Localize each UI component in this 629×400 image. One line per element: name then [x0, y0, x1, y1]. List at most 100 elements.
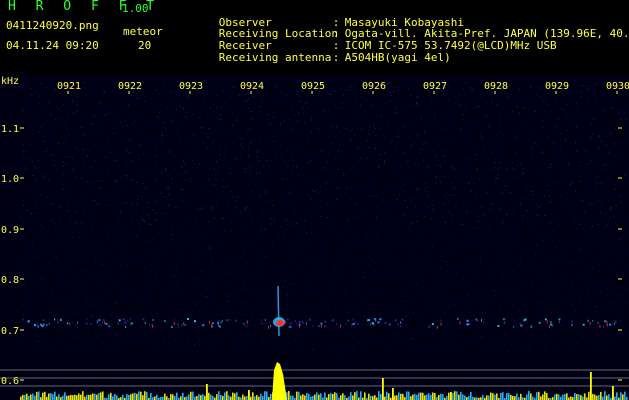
- noise-speck: [351, 331, 353, 333]
- noise-speck: [530, 156, 532, 158]
- noise-speck: [208, 221, 210, 223]
- signal-bar: [300, 395, 302, 400]
- noise-speck: [28, 118, 29, 120]
- noise-speck: [141, 333, 143, 335]
- noise-speck: [589, 202, 591, 204]
- noise-speck: [469, 139, 471, 141]
- noise-speck: [120, 177, 122, 179]
- noise-speck: [65, 319, 67, 321]
- noise-speck: [138, 154, 140, 156]
- noise-speck: [75, 177, 77, 179]
- signal-bar: [386, 391, 388, 400]
- noise-speck: [162, 135, 164, 137]
- noise-speck: [35, 340, 37, 342]
- noise-speck: [351, 309, 353, 311]
- noise-speck: [575, 142, 576, 144]
- noise-speck: [133, 311, 135, 313]
- signal-spike: [248, 390, 250, 400]
- time-label: 0925: [301, 81, 325, 92]
- signal-bar: [126, 394, 128, 400]
- noise-speck: [185, 172, 187, 173]
- noise-speck: [207, 347, 209, 349]
- signal-bar: [38, 391, 40, 400]
- noise-speck: [501, 191, 503, 193]
- noise-speck: [327, 109, 329, 111]
- signal-bar: [246, 395, 248, 400]
- noise-speck: [352, 287, 354, 289]
- noise-speck: [117, 346, 119, 347]
- noise-speck: [129, 151, 131, 153]
- noise-speck: [157, 283, 159, 284]
- noise-speck: [488, 227, 490, 229]
- noise-speck: [218, 118, 220, 120]
- noise-speck: [510, 343, 512, 345]
- noise-speck: [94, 160, 96, 162]
- noise-speck: [395, 335, 397, 337]
- noise-speck: [63, 174, 65, 176]
- signal-bar: [260, 393, 262, 400]
- carrier-speck: [400, 321, 401, 324]
- noise-speck: [144, 341, 146, 343]
- carrier-speck: [291, 325, 292, 328]
- noise-speck: [617, 215, 619, 217]
- noise-speck: [485, 116, 487, 118]
- noise-speck: [145, 188, 147, 190]
- noise-speck: [62, 283, 64, 284]
- noise-speck: [41, 194, 43, 196]
- carrier-hot-speck: [246, 321, 248, 325]
- noise-speck: [141, 196, 143, 198]
- noise-speck: [222, 314, 224, 316]
- noise-speck: [182, 260, 184, 262]
- noise-speck: [499, 305, 501, 307]
- noise-speck: [260, 229, 262, 231]
- noise-speck: [66, 297, 68, 299]
- noise-speck: [142, 153, 144, 155]
- noise-speck: [304, 283, 305, 285]
- noise-speck: [138, 222, 140, 224]
- noise-speck: [403, 301, 405, 303]
- noise-speck: [417, 283, 418, 284]
- noise-speck: [511, 316, 513, 318]
- noise-speck: [30, 291, 32, 293]
- noise-speck: [55, 317, 57, 319]
- noise-speck: [421, 285, 423, 287]
- signal-bar: [288, 391, 290, 400]
- noise-speck: [381, 213, 383, 215]
- noise-speck: [392, 270, 394, 272]
- noise-speck: [84, 207, 86, 209]
- noise-speck: [106, 292, 108, 294]
- noise-speck: [207, 132, 209, 134]
- signal-bar: [44, 391, 46, 400]
- noise-speck: [107, 268, 109, 270]
- noise-speck: [466, 211, 468, 212]
- noise-speck: [99, 199, 101, 201]
- noise-speck: [426, 225, 428, 227]
- noise-speck: [490, 196, 492, 198]
- signal-bar: [340, 395, 342, 400]
- noise-speck: [579, 242, 581, 244]
- noise-speck: [490, 231, 492, 233]
- noise-speck: [523, 173, 524, 174]
- noise-speck: [514, 156, 516, 158]
- noise-speck: [408, 350, 410, 352]
- signal-bar: [348, 396, 350, 400]
- noise-speck: [580, 141, 582, 143]
- noise-speck: [450, 327, 452, 329]
- noise-speck: [557, 117, 559, 119]
- noise-speck: [147, 223, 149, 225]
- noise-speck: [410, 297, 412, 299]
- noise-speck: [604, 226, 606, 228]
- noise-speck: [576, 102, 578, 104]
- noise-speck: [526, 252, 528, 254]
- noise-speck: [130, 203, 132, 205]
- noise-speck: [51, 304, 53, 305]
- noise-speck: [171, 237, 173, 239]
- noise-speck: [45, 156, 47, 158]
- noise-speck: [105, 319, 107, 321]
- time-label: 0928: [484, 81, 508, 92]
- noise-speck: [377, 106, 379, 108]
- noise-speck: [585, 220, 587, 222]
- signal-spike: [612, 386, 614, 400]
- noise-speck: [489, 209, 491, 211]
- noise-speck: [257, 150, 259, 152]
